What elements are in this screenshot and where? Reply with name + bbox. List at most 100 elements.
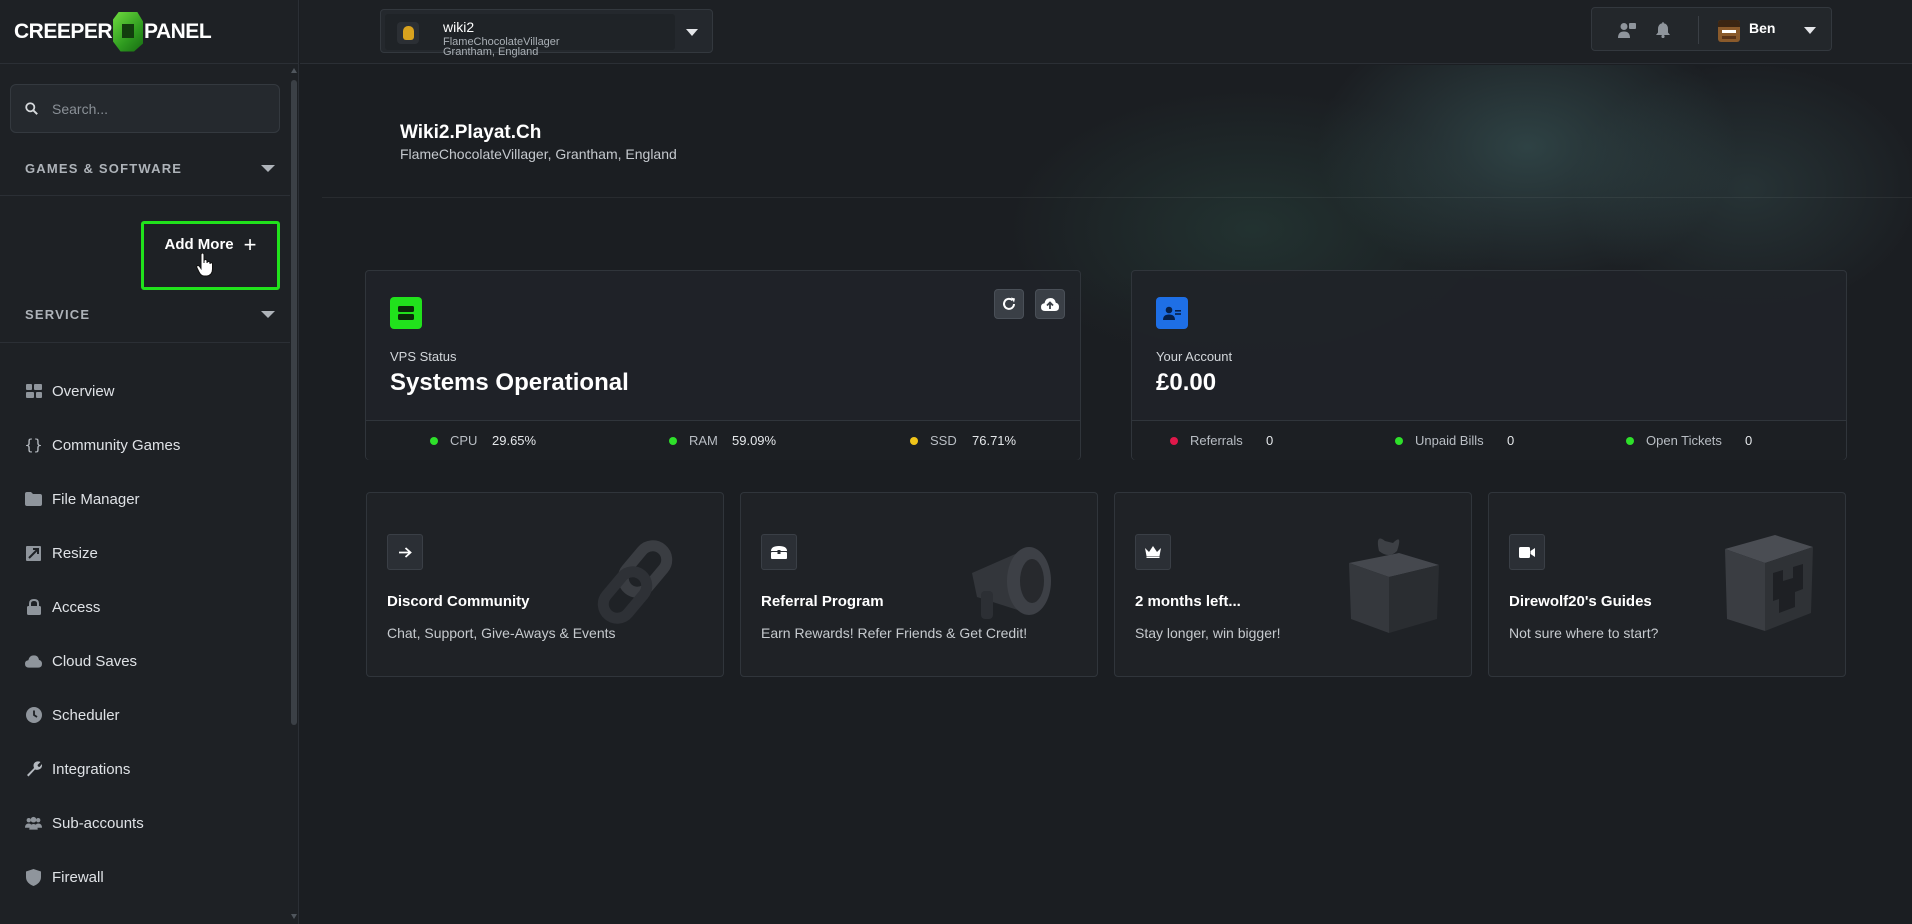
status-dot xyxy=(1395,436,1403,445)
shield-icon xyxy=(25,868,42,886)
ram-metric: RAM 59.09% xyxy=(669,433,776,448)
sidebar-item-label: Resize xyxy=(52,544,98,562)
avatar[interactable] xyxy=(1718,20,1740,42)
clock-icon xyxy=(25,707,42,724)
logo-text-right: PANEL xyxy=(144,19,212,43)
crown-icon xyxy=(1135,534,1171,570)
megaphone-icon xyxy=(972,547,1051,619)
account-metrics: Referrals 0 Unpaid Bills 0 Open Tickets … xyxy=(1132,420,1846,460)
unpaid-bills-metric[interactable]: Unpaid Bills 0 xyxy=(1395,433,1514,448)
metric-value: 0 xyxy=(1507,433,1515,448)
refresh-icon xyxy=(1003,297,1015,310)
sidebar-item-label: Community Games xyxy=(52,436,181,454)
sidebar-item-file-manager[interactable]: File Manager xyxy=(0,472,290,526)
server-selector-inner: wiki2 FlameChocolateVillager Grantham, E… xyxy=(385,14,675,58)
card-title: Referral Program xyxy=(761,593,884,610)
creeperpanel-logo[interactable]: CREEPER PANEL xyxy=(14,11,212,52)
search-icon xyxy=(25,102,38,115)
open-tickets-metric[interactable]: Open Tickets 0 xyxy=(1626,433,1752,448)
sidebar-item-label: File Manager xyxy=(52,490,140,508)
metric-name: RAM xyxy=(689,433,718,448)
discord-community-card[interactable]: Discord Community Chat, Support, Give-Aw… xyxy=(366,492,724,677)
sidebar-item-community-games[interactable]: {} Community Games xyxy=(0,418,290,472)
server-icon xyxy=(390,297,422,329)
sidebar-item-resize[interactable]: Resize xyxy=(0,526,290,580)
sidebar-scrollbar[interactable] xyxy=(291,64,297,924)
sidebar-item-label: Access xyxy=(52,598,101,616)
games-section-toggle[interactable]: GAMES & SOFTWARE xyxy=(25,158,275,178)
cloud-backup-button[interactable] xyxy=(1035,289,1065,319)
sidebar-item-label: Scheduler xyxy=(52,706,120,724)
sidebar-item-access[interactable]: Access xyxy=(0,580,290,634)
account-card: Your Account £0.00 Referrals 0 Unpaid Bi… xyxy=(1131,270,1847,460)
server-name: wiki2 xyxy=(443,19,475,35)
metric-value: 0 xyxy=(1745,433,1753,448)
search-input[interactable]: Search... xyxy=(10,84,280,133)
search-placeholder: Search... xyxy=(52,100,109,117)
card-description: Not sure where to start? xyxy=(1509,625,1659,641)
refresh-button[interactable] xyxy=(994,289,1024,319)
card-description: Stay longer, win bigger! xyxy=(1135,625,1281,641)
referral-program-card[interactable]: Referral Program Earn Rewards! Refer Fri… xyxy=(740,492,1098,677)
divider xyxy=(1698,16,1699,44)
folder-icon xyxy=(25,491,42,508)
sidebar-item-cloud-saves[interactable]: Cloud Saves xyxy=(0,634,290,688)
vps-status-label: VPS Status xyxy=(390,349,457,364)
chevron-down-icon xyxy=(261,164,275,172)
scroll-down-icon[interactable] xyxy=(291,914,297,919)
service-section-toggle[interactable]: SERVICE xyxy=(25,304,275,324)
loyalty-card[interactable]: 2 months left... Stay longer, win bigger… xyxy=(1114,492,1472,677)
server-location: Grantham, England xyxy=(443,46,539,58)
treasure-chest-icon xyxy=(761,534,797,570)
chevron-down-icon[interactable] xyxy=(1804,27,1816,34)
sidebar-item-label: Overview xyxy=(52,382,115,400)
sidebar-item-firewall[interactable]: Firewall xyxy=(0,850,290,904)
sidebar-item-label: Firewall xyxy=(52,868,104,886)
card-description: Chat, Support, Give-Aways & Events xyxy=(387,625,616,641)
user-menu-area: Ben xyxy=(1591,7,1832,51)
metric-name: Referrals xyxy=(1190,433,1243,448)
vps-metrics: CPU 29.65% RAM 59.09% SSD 76.71% xyxy=(366,420,1080,460)
guides-card[interactable]: Direwolf20's Guides Not sure where to st… xyxy=(1488,492,1846,677)
games-section-label: GAMES & SOFTWARE xyxy=(25,160,183,176)
vps-status-card: VPS Status Systems Operational CPU 29.65… xyxy=(365,270,1081,460)
chain-link-icon xyxy=(597,540,673,624)
sidebar-item-scheduler[interactable]: Scheduler xyxy=(0,688,290,742)
card-title: Discord Community xyxy=(387,593,530,610)
card-title: Direwolf20's Guides xyxy=(1509,593,1652,610)
scroll-up-icon[interactable] xyxy=(291,68,297,73)
cloud-icon xyxy=(25,653,42,670)
sidebar-item-integrations[interactable]: Integrations xyxy=(0,742,290,796)
account-balance: £0.00 xyxy=(1156,369,1217,396)
metric-name: Open Tickets xyxy=(1646,433,1722,448)
account-icon xyxy=(1156,297,1188,329)
status-dot xyxy=(1626,436,1634,445)
status-dot xyxy=(910,436,918,445)
user-name[interactable]: Ben xyxy=(1749,20,1775,36)
chevron-down-icon[interactable] xyxy=(686,29,698,36)
metric-value: 29.65% xyxy=(492,433,537,448)
service-section-label: SERVICE xyxy=(25,306,91,322)
logo-text-left: CREEPER xyxy=(14,19,113,43)
logo-bar: CREEPER PANEL xyxy=(0,0,298,64)
card-title: 2 months left... xyxy=(1135,593,1241,610)
referrals-metric[interactable]: Referrals 0 xyxy=(1170,433,1273,448)
ssd-metric: SSD 76.71% xyxy=(910,433,1016,448)
sidebar-item-label: Sub-accounts xyxy=(52,814,144,832)
sidebar-item-overview[interactable]: Overview xyxy=(0,364,290,418)
creeper-cube-icon xyxy=(1725,535,1813,631)
plus-icon: + xyxy=(243,232,257,257)
bell-icon[interactable] xyxy=(1654,21,1672,39)
sidebar-item-sub-accounts[interactable]: Sub-accounts xyxy=(0,796,290,850)
topbar: wiki2 FlameChocolateVillager Grantham, E… xyxy=(300,0,1912,64)
metric-value: 59.09% xyxy=(732,433,777,448)
video-camera-icon xyxy=(1509,534,1545,570)
lock-icon xyxy=(25,599,42,616)
divider xyxy=(0,342,290,343)
scrollbar-thumb[interactable] xyxy=(291,80,297,725)
server-selector[interactable]: wiki2 FlameChocolateVillager Grantham, E… xyxy=(380,9,713,58)
metric-name: SSD xyxy=(930,433,957,448)
chevron-down-icon xyxy=(261,310,275,318)
add-more-label: Add More xyxy=(164,236,234,253)
user-switch-icon[interactable] xyxy=(1618,21,1636,39)
